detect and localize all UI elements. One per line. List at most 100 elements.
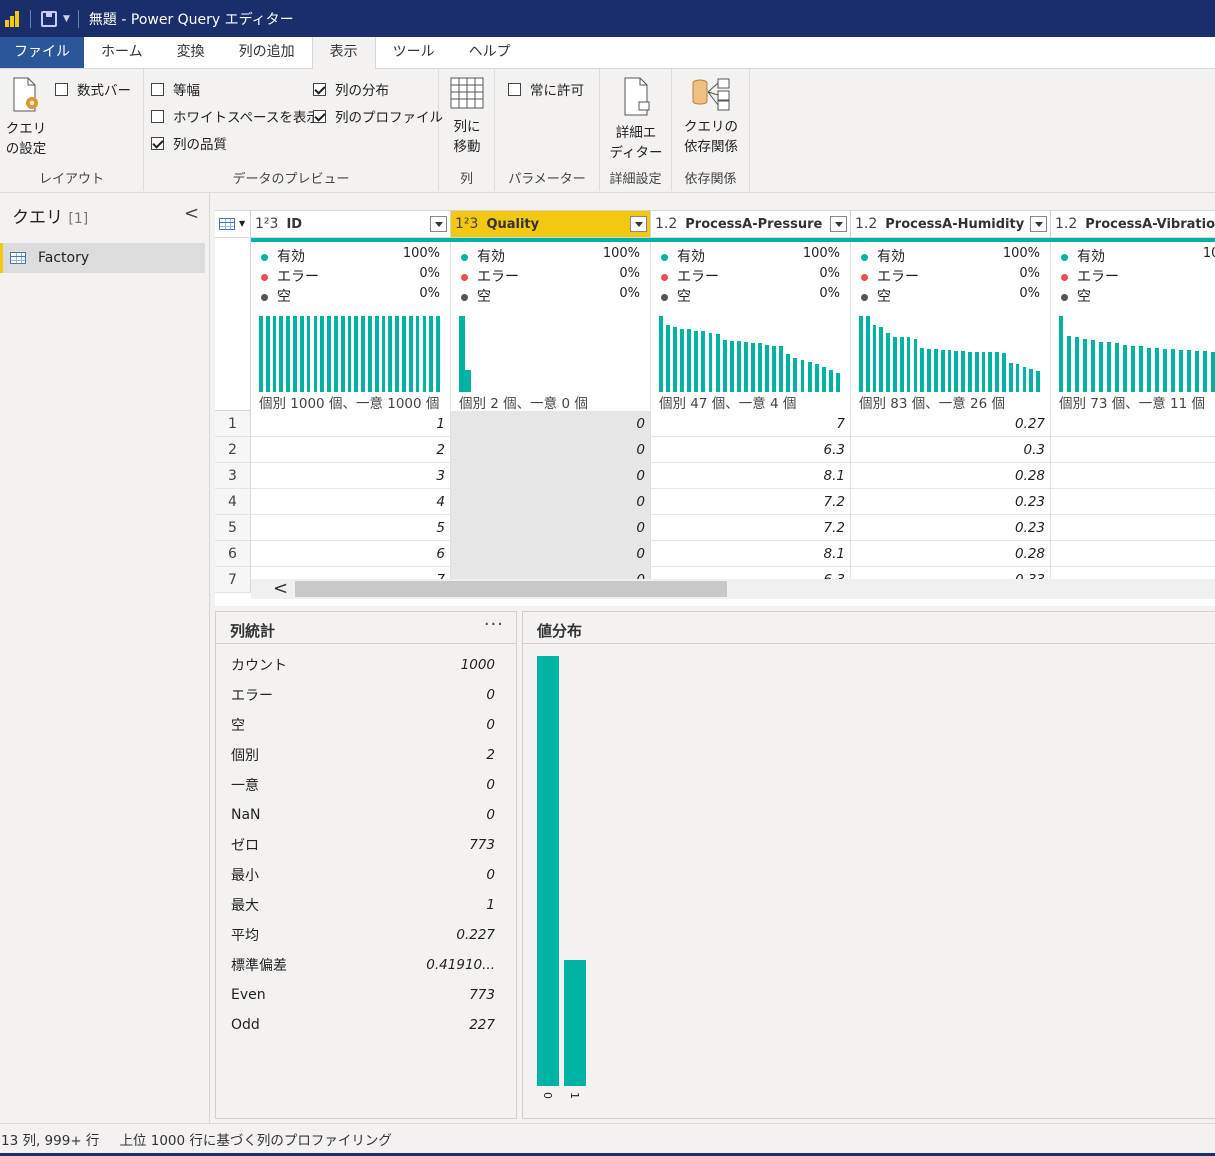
tab-help[interactable]: ヘルプ bbox=[452, 37, 528, 68]
distribution-bar[interactable] bbox=[1147, 347, 1152, 392]
column-type-icon[interactable]: 1.2 bbox=[855, 216, 877, 232]
tab-tools[interactable]: ツール bbox=[376, 37, 452, 68]
distribution-bar[interactable] bbox=[1015, 363, 1020, 392]
table-cell[interactable] bbox=[1051, 437, 1215, 463]
distribution-bar[interactable] bbox=[821, 366, 826, 392]
distribution-bar[interactable] bbox=[981, 351, 986, 392]
distribution-bar[interactable] bbox=[286, 316, 290, 392]
table-cell[interactable]: 0 bbox=[451, 463, 651, 489]
distribution-bar[interactable] bbox=[1139, 346, 1144, 392]
query-settings-button[interactable]: クエリ の設定 bbox=[4, 77, 48, 159]
distribution-bar[interactable] bbox=[886, 333, 890, 392]
distribution-bar[interactable] bbox=[1029, 369, 1034, 392]
distribution-bar[interactable] bbox=[306, 316, 311, 392]
distribution-bar[interactable] bbox=[340, 316, 345, 392]
distribution-bar[interactable] bbox=[786, 354, 791, 392]
table-cell[interactable] bbox=[1051, 489, 1215, 515]
distribution-bar[interactable] bbox=[1187, 350, 1192, 392]
formula-bar-box[interactable] bbox=[55, 82, 68, 96]
distribution-bar[interactable] bbox=[436, 316, 440, 392]
table-cell[interactable]: 8.1 bbox=[651, 463, 851, 489]
distribution-bar[interactable] bbox=[968, 351, 972, 392]
distribution-bar[interactable] bbox=[1008, 363, 1013, 392]
distribution-bar[interactable] bbox=[974, 351, 979, 392]
table-cell[interactable]: 0 bbox=[451, 541, 651, 567]
distribution-bar[interactable] bbox=[313, 316, 318, 392]
table-cell[interactable] bbox=[1051, 541, 1215, 567]
table-cell[interactable]: 2 bbox=[251, 437, 451, 463]
distribution-bar[interactable] bbox=[1067, 335, 1072, 392]
table-cell[interactable]: 0.23 bbox=[851, 489, 1051, 515]
distribution-bar[interactable] bbox=[743, 341, 748, 392]
table-cell[interactable]: 0 bbox=[451, 489, 651, 515]
table-cell[interactable]: 0.27 bbox=[851, 411, 1051, 437]
distribution-bar[interactable] bbox=[865, 316, 870, 392]
distribution-bar[interactable] bbox=[1123, 344, 1128, 392]
more-options-icon[interactable]: ··· bbox=[484, 614, 504, 635]
distribution-bar[interactable] bbox=[408, 316, 413, 392]
distribution-bar[interactable] bbox=[694, 331, 699, 392]
distribution-bar[interactable] bbox=[1099, 341, 1104, 392]
column-header[interactable]: 1.2 ProcessA-Pressure bbox=[651, 211, 851, 238]
column-filter-dropdown-icon[interactable] bbox=[430, 216, 447, 232]
distribution-bar[interactable] bbox=[947, 350, 952, 392]
distribution-bar[interactable] bbox=[1203, 350, 1208, 392]
distribution-bar[interactable] bbox=[1131, 346, 1136, 392]
distribution-bar[interactable] bbox=[933, 349, 938, 392]
distribution-bar[interactable] bbox=[879, 326, 884, 392]
go-to-column-button[interactable]: 列に 移動 bbox=[445, 77, 489, 157]
distribution-bar[interactable] bbox=[927, 349, 931, 392]
column-header[interactable]: 1²3 Quality bbox=[451, 211, 651, 238]
tab-home[interactable]: ホーム bbox=[84, 37, 160, 68]
distribution-bar[interactable] bbox=[758, 343, 762, 392]
distribution-bar[interactable] bbox=[361, 316, 365, 392]
distribution-bar[interactable] bbox=[374, 316, 379, 392]
column-header[interactable]: 1.2 ProcessA-Vibration bbox=[1051, 211, 1215, 238]
distribution-bar[interactable] bbox=[368, 316, 372, 392]
distribution-bar[interactable] bbox=[708, 333, 713, 392]
column-type-icon[interactable]: 1²3 bbox=[455, 216, 478, 232]
distribution-bar[interactable] bbox=[961, 350, 965, 392]
column-filter-dropdown-icon[interactable] bbox=[630, 216, 647, 232]
row-number[interactable]: 3 bbox=[215, 463, 251, 489]
distribution-bar[interactable] bbox=[722, 340, 727, 392]
value-bar[interactable] bbox=[564, 959, 586, 1086]
table-cell[interactable]: 0 bbox=[451, 437, 651, 463]
distribution-bar[interactable] bbox=[1171, 349, 1176, 392]
distribution-bar[interactable] bbox=[1107, 341, 1112, 392]
query-item-factory[interactable]: Factory bbox=[0, 243, 205, 273]
table-cell[interactable]: 0 bbox=[451, 515, 651, 541]
table-cell[interactable] bbox=[1051, 515, 1215, 541]
distribution-bar[interactable] bbox=[659, 316, 663, 392]
column-filter-dropdown-icon[interactable] bbox=[830, 216, 847, 232]
tab-file[interactable]: ファイル bbox=[0, 37, 84, 68]
distribution-bar[interactable] bbox=[327, 316, 331, 392]
column-header[interactable]: 1²3 ID bbox=[251, 211, 451, 238]
distribution-bar[interactable] bbox=[913, 338, 918, 392]
table-cell[interactable]: 6.3 bbox=[651, 437, 851, 463]
distribution-bar[interactable] bbox=[954, 350, 959, 392]
table-menu-button[interactable]: ▼ bbox=[215, 211, 251, 238]
column-distribution-checkbox[interactable]: 列の分布 bbox=[313, 79, 389, 99]
distribution-bar[interactable] bbox=[807, 361, 812, 392]
distribution-bar[interactable] bbox=[940, 350, 945, 392]
distribution-bar[interactable] bbox=[388, 316, 393, 392]
tab-add-column[interactable]: 列の追加 bbox=[222, 37, 312, 68]
distribution-bar[interactable] bbox=[381, 316, 386, 392]
distribution-bar[interactable] bbox=[736, 341, 741, 392]
table-cell[interactable]: 4 bbox=[251, 489, 451, 515]
distribution-bar[interactable] bbox=[835, 373, 840, 392]
row-number[interactable]: 5 bbox=[215, 515, 251, 541]
table-cell[interactable] bbox=[1051, 411, 1215, 437]
distribution-bar[interactable] bbox=[395, 316, 400, 392]
tab-transform[interactable]: 変換 bbox=[160, 37, 222, 68]
distribution-bar[interactable] bbox=[893, 336, 897, 392]
distribution-bar[interactable] bbox=[422, 316, 427, 392]
distribution-bar[interactable] bbox=[429, 316, 434, 392]
table-cell[interactable]: 0.3 bbox=[851, 437, 1051, 463]
distribution-bar[interactable] bbox=[347, 316, 352, 392]
column-profile-checkbox[interactable]: 列のプロファイル bbox=[313, 106, 443, 126]
row-number[interactable]: 4 bbox=[215, 489, 251, 515]
distribution-bar[interactable] bbox=[402, 316, 406, 392]
table-cell[interactable]: 0.28 bbox=[851, 463, 1051, 489]
